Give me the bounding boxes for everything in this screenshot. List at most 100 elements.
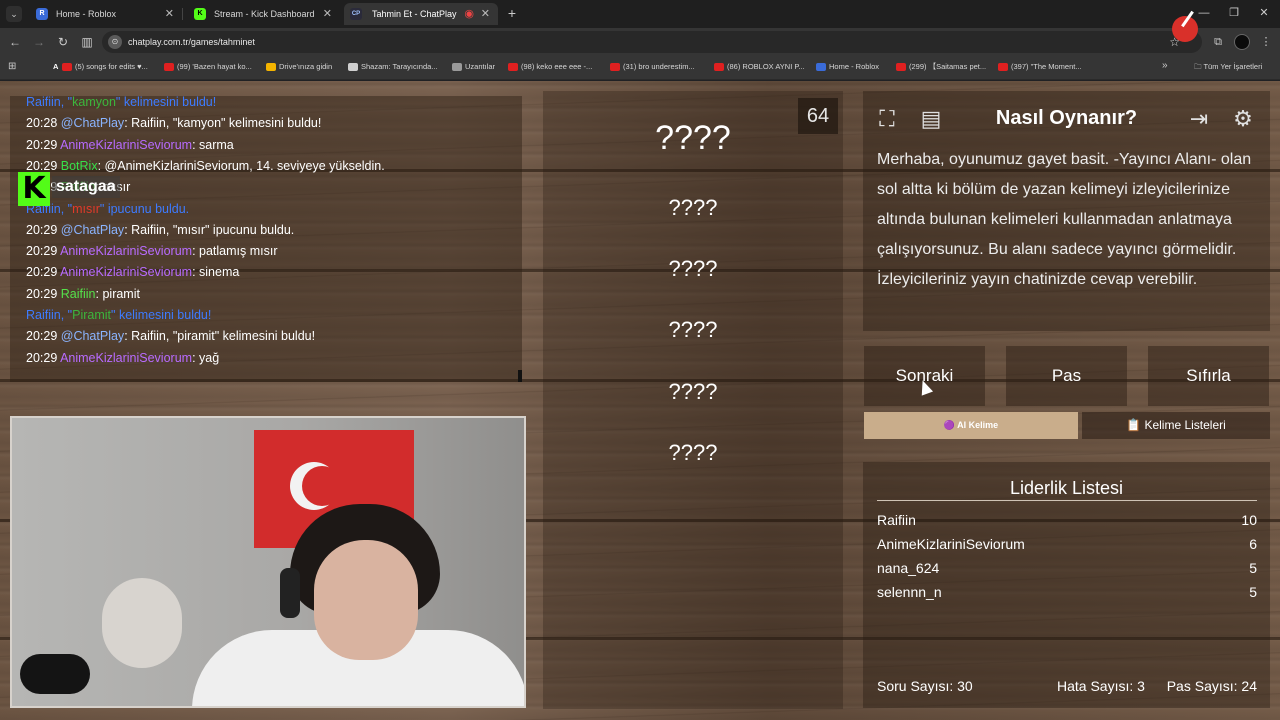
- sidebar-panel-icon[interactable]: ▥: [78, 33, 96, 51]
- chat-message: 20:29 @ChatPlay: Raifiin, "piramit" keli…: [26, 329, 315, 343]
- chat-text: : Raifiin, "mısır" ipucunu buldu.: [124, 222, 295, 237]
- leaderboard-row: nana_624 5: [877, 560, 1257, 580]
- leaderboard-row: AnimeKizlariniSeviorum 6: [877, 536, 1257, 556]
- forbidden-word: ????: [668, 195, 718, 220]
- profile-avatar[interactable]: [1234, 34, 1250, 50]
- bookmark-item[interactable]: (99) 'Bazen hayat ko...: [164, 56, 252, 78]
- close-window-icon[interactable]: ✕: [1250, 4, 1278, 22]
- bookmark-item[interactable]: Home - Roblox: [816, 56, 879, 78]
- chat-username[interactable]: Raifiin: [61, 287, 96, 301]
- chat-username[interactable]: AnimeKizlariniSeviorum: [60, 265, 192, 279]
- chat-system-message: Raifiin, "mısır" ipucunu buldu.: [26, 202, 189, 216]
- timer-counter: 64: [798, 98, 838, 134]
- browser-menu-icon[interactable]: ⋮: [1258, 34, 1274, 50]
- system-text: Piramit: [72, 308, 112, 322]
- pass-count: Pas Sayısı: 24: [1166, 678, 1257, 694]
- system-text: Raifiin, ": [26, 308, 73, 322]
- puzzle-icon: [452, 63, 462, 71]
- system-text: mısır: [72, 201, 100, 216]
- kick-favicon-icon: K: [194, 8, 206, 20]
- chat-system-message: Raifiin, "kamyon" kelimesini buldu!: [26, 96, 216, 109]
- chat-username[interactable]: @ChatPlay: [61, 223, 124, 237]
- chat-text: : Raifiin, "kamyon" kelimesini buldu!: [124, 116, 322, 131]
- plush-toy-dark: [20, 654, 90, 694]
- next-button[interactable]: Sonraki: [864, 346, 985, 406]
- tab-close-icon[interactable]: ✕: [323, 3, 332, 25]
- bookmark-item[interactable]: Uzantılar: [452, 56, 495, 78]
- stream-chat-panel[interactable]: Raifiin, "kamyon" kelimesini buldu! 20:28…: [10, 96, 522, 382]
- new-tab-plus-icon[interactable]: +: [504, 4, 520, 22]
- back-arrow-icon[interactable]: ←: [6, 33, 24, 51]
- bookmark-item[interactable]: Shazam: Tarayıcında...: [348, 56, 438, 78]
- chat-message: 20:29 BotRix: @AnimeKizlariniSeviorum, 1…: [26, 159, 385, 173]
- chat-username[interactable]: AnimeKizlariniSeviorum: [60, 351, 192, 365]
- youtube-icon: [164, 63, 174, 71]
- more-bookmarks-chevron-icon[interactable]: »: [1162, 60, 1168, 71]
- chat-username[interactable]: @ChatPlay: [61, 329, 124, 343]
- forbidden-word: ????: [668, 256, 718, 281]
- system-text: " ipucunu buldu.: [99, 201, 190, 216]
- chat-username[interactable]: AnimeKizlariniSeviorum: [60, 244, 192, 258]
- tab-search-icon[interactable]: ⌄: [6, 6, 22, 22]
- tab-close-icon[interactable]: ✕: [481, 3, 490, 25]
- bookmark-a[interactable]: A: [40, 56, 58, 78]
- chat-username[interactable]: BotRix: [61, 159, 98, 173]
- tab-ai-word[interactable]: 🟣 AI Kelime: [864, 412, 1078, 439]
- bookmark-item[interactable]: (299) 【Saitamas pet...: [896, 56, 986, 78]
- browser-tab-roblox[interactable]: R Home - Roblox ✕: [28, 3, 183, 25]
- bookmark-item[interactable]: (98) keko eee eee -...: [508, 56, 592, 78]
- hidden-words-column: ???? ???? ???? ???? ???? ????: [543, 91, 843, 709]
- browser-tab-kick[interactable]: K Stream - Kick Dashboard ✕: [186, 3, 340, 25]
- leaderboard-title: Liderlik Listesi: [1009, 478, 1124, 498]
- reload-icon[interactable]: ↻: [54, 33, 72, 51]
- leaderboard-row: selennn_n 5: [877, 584, 1257, 604]
- leaderboard-divider: [877, 500, 1257, 501]
- chat-message: 20:29 Raifiin: piramit: [26, 287, 140, 301]
- bookmark-item[interactable]: (31) bro underestim...: [610, 56, 695, 78]
- streamer-face: [314, 540, 418, 660]
- site-info-icon[interactable]: ⊙: [108, 35, 122, 49]
- chat-username[interactable]: @ChatPlay: [61, 116, 124, 130]
- player-score: 10: [1241, 512, 1257, 528]
- tab-close-icon[interactable]: ✕: [165, 3, 174, 25]
- all-bookmarks-folder[interactable]: 🗀 Tüm Yer İşaretleri: [1194, 56, 1262, 78]
- flag-crescent-cut: [302, 466, 342, 506]
- youtube-icon: [714, 63, 724, 71]
- chat-timestamp: 20:29: [26, 222, 61, 237]
- error-count: Hata Sayısı: 3: [1057, 678, 1145, 694]
- forbidden-word: ????: [668, 440, 718, 465]
- bookmark-item[interactable]: (5) songs for edits ♥...: [62, 56, 148, 78]
- pass-button[interactable]: Pas: [1006, 346, 1127, 406]
- forbidden-word: ????: [668, 317, 718, 342]
- youtube-icon: [62, 63, 72, 71]
- maximize-icon[interactable]: ❐: [1220, 4, 1248, 22]
- bookmark-label: (99) 'Bazen hayat ko...: [177, 62, 252, 71]
- roblox-icon: [816, 63, 826, 71]
- youtube-icon: [998, 63, 1008, 71]
- question-count: Soru Sayısı: 30: [877, 678, 973, 694]
- browser-tab-strip: ⌄ R Home - Roblox ✕ K Stream - Kick Dash…: [0, 0, 1280, 28]
- system-text: kamyon: [72, 96, 116, 109]
- shazam-icon: [348, 63, 358, 71]
- apps-grid-icon[interactable]: ⊞: [8, 61, 16, 72]
- system-text: " kelimesini buldu!: [111, 308, 212, 322]
- forward-arrow-icon[interactable]: →: [30, 33, 48, 51]
- chat-timestamp: 20:29: [26, 350, 61, 365]
- chat-timestamp: 20:29: [26, 329, 61, 344]
- tab-title: Home - Roblox: [56, 9, 117, 19]
- chat-username[interactable]: AnimeKizlariniSeviorum: [60, 138, 192, 152]
- extensions-puzzle-icon[interactable]: ⧉: [1210, 34, 1226, 50]
- tab-word-lists[interactable]: 📋 Kelime Listeleri: [1082, 412, 1270, 439]
- player-name: selennn_n: [877, 584, 942, 600]
- chat-scrollbar[interactable]: [518, 370, 522, 382]
- url-omnibox[interactable]: ⊙ chatplay.com.tr/games/tahminet ☆: [102, 31, 1202, 53]
- forbidden-word: ????: [668, 379, 718, 404]
- chat-message: 20:29 AnimeKizlariniSeviorum: patlamış m…: [26, 244, 278, 258]
- chat-text: : @AnimeKizlariniSeviorum, 14. seviyeye …: [97, 158, 385, 173]
- channel-name-overlay: satagaa: [52, 176, 120, 198]
- browser-tab-chatplay[interactable]: CP Tahmin Et - ChatPlay ◉ ✕: [344, 3, 498, 25]
- reset-button[interactable]: Sıfırla: [1148, 346, 1269, 406]
- bookmark-item[interactable]: Drive'ınıza gidin: [266, 56, 332, 78]
- bookmark-item[interactable]: (86) ROBLOX AYNI P...: [714, 56, 805, 78]
- bookmark-item[interactable]: (397) "The Moment...: [998, 56, 1082, 78]
